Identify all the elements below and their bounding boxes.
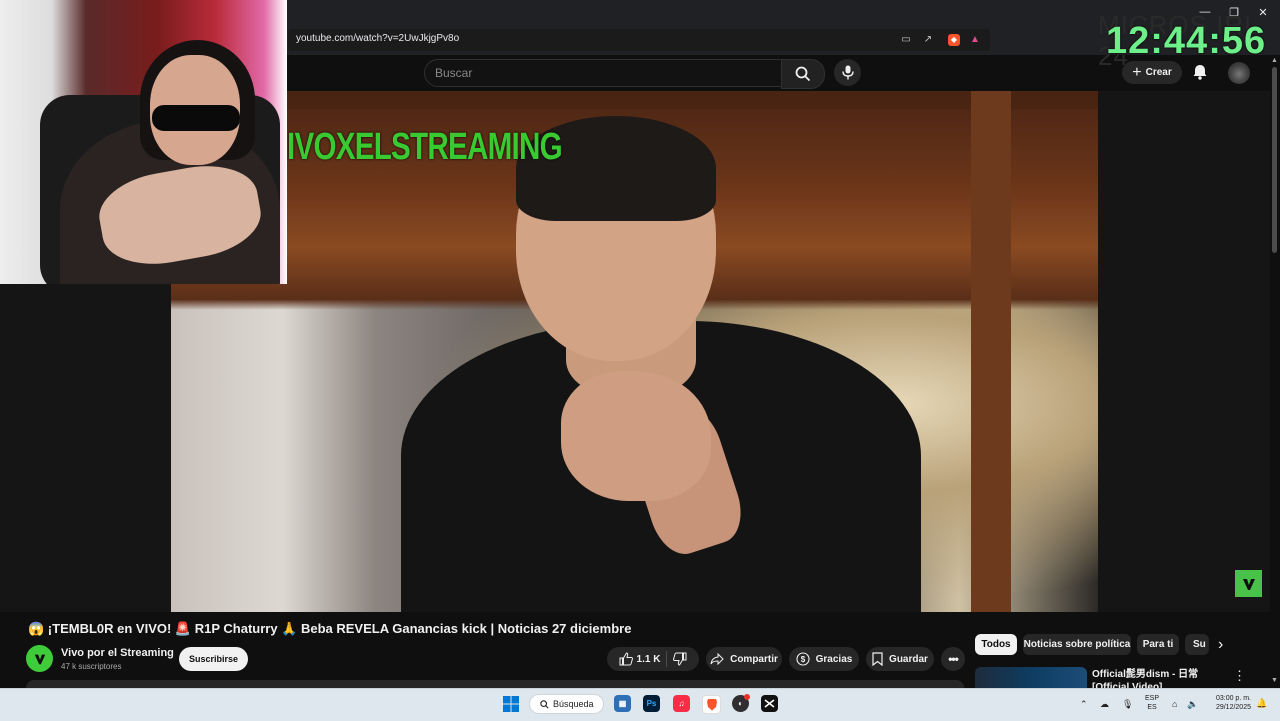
windows-taskbar bbox=[0, 688, 1280, 721]
channel-avatar[interactable] bbox=[26, 645, 53, 672]
volume-icon[interactable]: 🔈 bbox=[1187, 699, 1198, 710]
widgets-icon[interactable]: ▦ bbox=[614, 695, 631, 712]
bookmark-icon bbox=[872, 652, 883, 666]
scroll-thumb[interactable] bbox=[1272, 67, 1277, 253]
save-button[interactable]: Guardar bbox=[866, 647, 934, 671]
svg-text:$: $ bbox=[800, 655, 805, 664]
search-icon bbox=[795, 66, 811, 82]
share-label: Compartir bbox=[730, 653, 778, 665]
share-arrow-icon bbox=[710, 653, 724, 665]
chip-all[interactable]: Todos bbox=[975, 634, 1017, 655]
search-input[interactable]: Buscar bbox=[424, 59, 783, 87]
chip-politics-news[interactable]: Noticias sobre política bbox=[1023, 634, 1131, 655]
onedrive-icon[interactable]: ☁ bbox=[1100, 699, 1109, 710]
taskbar-search[interactable]: Búsqueda bbox=[529, 694, 604, 714]
photoshop-icon[interactable]: Ps bbox=[643, 695, 660, 712]
input-language[interactable]: ESP ES bbox=[1145, 694, 1159, 712]
capcut-icon[interactable] bbox=[761, 695, 778, 712]
thanks-button[interactable]: $ Gracias bbox=[789, 647, 859, 671]
more-vertical-icon[interactable]: ⋮ bbox=[1233, 668, 1246, 684]
webcam-sunglasses bbox=[152, 105, 240, 131]
subscriber-count: 47 k suscriptores bbox=[61, 662, 122, 671]
scroll-down-icon[interactable]: ▼ bbox=[1271, 677, 1278, 684]
share-icon[interactable]: ↗ bbox=[922, 34, 934, 46]
system-time: 03:00 p. m. bbox=[1215, 695, 1251, 702]
stream-watermark: IVOXELSTREAMING bbox=[287, 126, 563, 168]
page-scrollbar[interactable]: ▲ ▼ bbox=[1270, 55, 1280, 688]
dislike-button[interactable] bbox=[673, 652, 687, 666]
address-bar[interactable]: youtube.com/watch?v=2UwJkjgPv8o ▭ ↗ ◆ ▲ bbox=[288, 29, 990, 51]
network-icon[interactable]: ⌂ bbox=[1172, 699, 1177, 709]
brave-browser-icon[interactable] bbox=[702, 695, 721, 714]
recommended-video-title[interactable]: Official髭男dism - 日常 [Official Video] bbox=[1092, 668, 1232, 688]
language-code: ESP bbox=[1145, 695, 1160, 702]
url-text: youtube.com/watch?v=2UwJkjgPv8o bbox=[296, 33, 460, 44]
more-horizontal-icon: ••• bbox=[948, 652, 959, 666]
apple-music-icon[interactable]: ♫ bbox=[673, 695, 690, 712]
thanks-label: Gracias bbox=[815, 653, 853, 665]
channel-logo-icon bbox=[34, 654, 45, 664]
thumbs-down-icon bbox=[673, 652, 687, 666]
like-dislike-group: 1.1 K bbox=[607, 647, 699, 671]
windows-start-icon[interactable] bbox=[503, 696, 519, 712]
recording-indicator bbox=[744, 694, 750, 700]
thumbs-up-icon bbox=[619, 652, 633, 666]
chip-for-you[interactable]: Para ti bbox=[1137, 634, 1179, 655]
chip-truncated[interactable]: Su bbox=[1185, 634, 1209, 655]
brave-shield-icon[interactable]: ◆ bbox=[948, 34, 960, 46]
search-placeholder: Buscar bbox=[435, 66, 473, 80]
video-title: 😱 ¡TEMBL0R en VIVO! 🚨 R1P Chaturry 🙏 Beb… bbox=[28, 621, 632, 636]
taskbar-search-label: Búsqueda bbox=[553, 699, 594, 709]
super-thanks-icon: $ bbox=[796, 652, 810, 666]
channel-watermark-icon[interactable] bbox=[1235, 570, 1262, 597]
like-divider bbox=[666, 651, 668, 667]
save-label: Guardar bbox=[889, 653, 928, 665]
voice-search-button[interactable] bbox=[834, 59, 861, 86]
keyboard-layout: ES bbox=[1147, 704, 1157, 711]
notification-bell-icon[interactable]: 🔔 bbox=[1256, 698, 1267, 709]
recommended-video-thumbnail[interactable] bbox=[975, 667, 1087, 688]
subscribe-button[interactable]: Suscribirse bbox=[179, 647, 248, 671]
share-button[interactable]: Compartir bbox=[706, 647, 782, 671]
wooden-pillar bbox=[971, 91, 1011, 612]
chevron-right-icon[interactable]: › bbox=[1218, 636, 1223, 654]
more-actions-button[interactable]: ••• bbox=[941, 647, 965, 671]
scroll-up-icon[interactable]: ▲ bbox=[1271, 57, 1278, 64]
microphone-icon bbox=[841, 65, 854, 80]
channel-logo-icon bbox=[1242, 578, 1255, 590]
ceiling-beam bbox=[171, 91, 1098, 109]
system-date: 29/12/2025 bbox=[1215, 704, 1251, 711]
like-count: 1.1 K bbox=[636, 653, 661, 665]
webcam-overlay bbox=[0, 0, 287, 284]
video-frame[interactable] bbox=[171, 91, 1098, 612]
microphone-tray-icon[interactable]: 🎙 bbox=[1122, 699, 1133, 710]
like-button[interactable]: 1.1 K bbox=[619, 652, 661, 666]
system-clock[interactable]: 03:00 p. m. 29/12/2025 bbox=[1208, 694, 1251, 712]
search-button[interactable] bbox=[781, 59, 825, 89]
search-icon bbox=[540, 699, 549, 709]
channel-name[interactable]: Vivo por el Streaming bbox=[61, 647, 174, 659]
tray-expand-icon[interactable]: ⌃ bbox=[1080, 699, 1088, 710]
stream-clock: 12:44:56 bbox=[1106, 20, 1267, 62]
cast-icon[interactable]: ▭ bbox=[900, 34, 912, 46]
streamer-hand bbox=[561, 371, 711, 501]
brave-rewards-icon[interactable]: ▲ bbox=[969, 34, 981, 46]
